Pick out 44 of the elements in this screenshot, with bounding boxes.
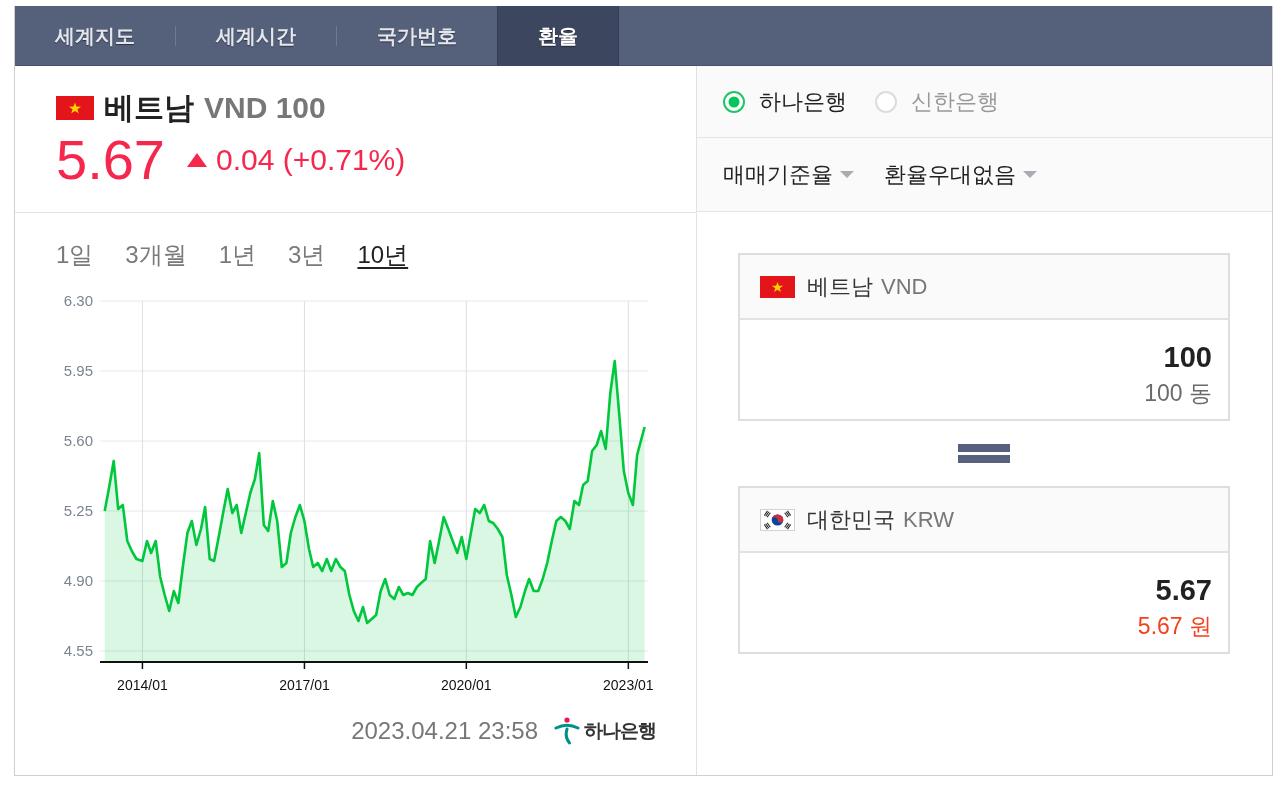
south-korea-flag-icon xyxy=(760,508,795,531)
vietnam-flag-icon xyxy=(56,96,94,120)
nav-tab[interactable]: 세계지도 xyxy=(15,6,175,66)
period-tab[interactable]: 3개월 xyxy=(125,239,187,271)
period-tab[interactable]: 1일 xyxy=(56,239,94,271)
caret-icon xyxy=(840,170,854,179)
period-tab[interactable]: 1년 xyxy=(218,239,257,271)
update-time: 2023.04.21 23:58 xyxy=(351,717,538,745)
y-axis-label: 5.25 xyxy=(63,502,93,519)
currency-code: KRW xyxy=(903,506,954,533)
x-axis-label: 2017/01 xyxy=(279,677,330,693)
y-axis-label: 6.30 xyxy=(63,292,93,309)
amount-input[interactable]: 100 xyxy=(756,340,1212,374)
vietnam-flag-icon xyxy=(760,275,795,298)
bank-option[interactable]: 하나은행 xyxy=(723,86,847,117)
period-tab[interactable]: 10년 xyxy=(357,239,409,271)
nav-tab[interactable]: 환율 xyxy=(497,6,619,66)
y-axis-label: 5.95 xyxy=(63,362,93,379)
rate-dropdown[interactable]: 매매기준율 xyxy=(723,159,854,190)
bank-logo-icon xyxy=(554,717,580,745)
country-name: 베트남 xyxy=(104,89,194,126)
exchange-rate: 5.67 xyxy=(56,130,165,190)
rate-change: 0.04 (+0.71%) xyxy=(216,143,406,177)
equals-icon xyxy=(958,444,1010,463)
x-axis-label: 2023/01 xyxy=(603,677,654,693)
bank-option[interactable]: 신한은행 xyxy=(875,86,999,117)
x-axis-label: 2020/01 xyxy=(441,677,492,693)
bank-logo-text: 하나은행 xyxy=(584,719,656,743)
amount-text: 5.67 원 xyxy=(1137,612,1212,641)
amount-input[interactable]: 5.67 xyxy=(756,573,1212,607)
amount-text: 100 동 xyxy=(1144,379,1212,408)
country-name: 베트남 xyxy=(807,272,873,301)
country-name: 대한민국 xyxy=(807,505,895,534)
currency-unit: VND 100 xyxy=(204,91,326,125)
caret-icon xyxy=(1023,170,1037,179)
nav-tab[interactable]: 세계시간 xyxy=(176,6,336,66)
currency-code: VND xyxy=(881,273,928,300)
y-axis-label: 4.90 xyxy=(63,572,93,589)
y-axis-label: 5.60 xyxy=(63,432,93,449)
y-axis-label: 4.55 xyxy=(63,642,93,659)
x-axis-label: 2014/01 xyxy=(117,677,168,693)
nav-tab[interactable]: 국가번호 xyxy=(337,6,497,66)
period-tab[interactable]: 3년 xyxy=(288,239,326,271)
rate-dropdown[interactable]: 환율우대없음 xyxy=(884,159,1037,190)
